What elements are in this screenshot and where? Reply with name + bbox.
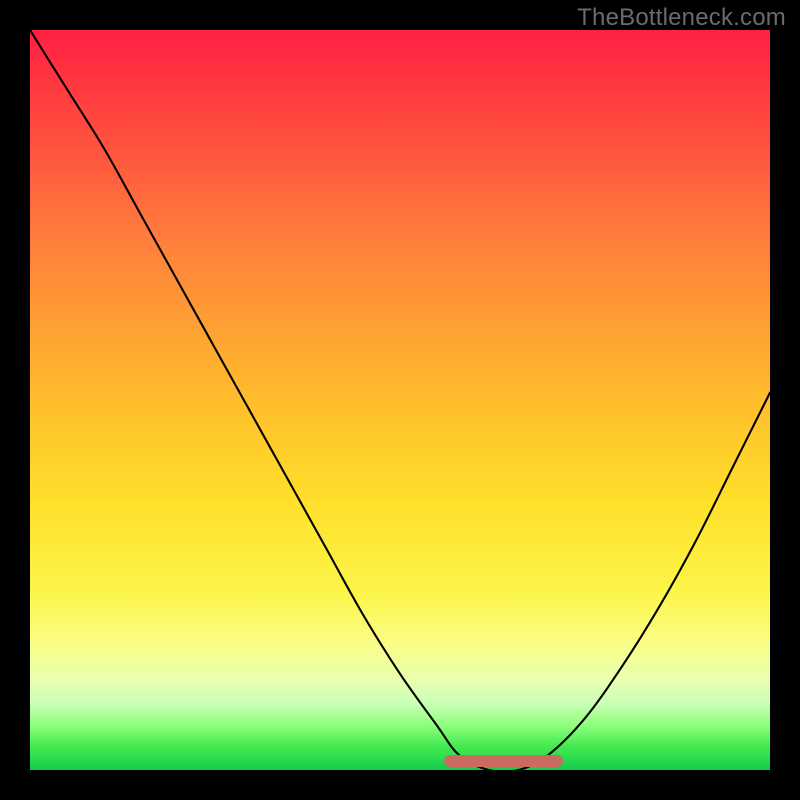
watermark-text: TheBottleneck.com <box>577 4 786 32</box>
bottleneck-curve <box>30 30 770 770</box>
curve-path <box>30 30 770 770</box>
chart-frame: TheBottleneck.com <box>0 0 800 800</box>
plot-area <box>30 30 770 770</box>
minimum-marker <box>444 755 562 767</box>
